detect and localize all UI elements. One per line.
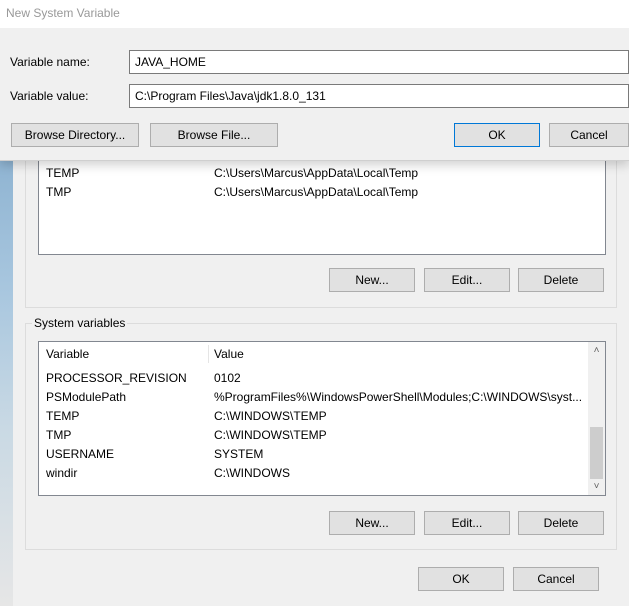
browse-directory-button[interactable]: Browse Directory...: [11, 123, 139, 147]
table-row[interactable]: TEMP: [46, 409, 79, 423]
table-row[interactable]: windir: [46, 466, 77, 480]
table-row[interactable]: PSModulePath: [46, 390, 126, 404]
user-var-name: TEMP: [46, 166, 80, 180]
system-var-value: C:\WINDOWS\TEMP: [214, 428, 327, 442]
system-var-name: TEMP: [46, 409, 80, 423]
variable-name-field[interactable]: JAVA_HOME: [129, 50, 629, 74]
table-row[interactable]: USERNAME: [46, 447, 114, 461]
variable-value-field[interactable]: C:\Program Files\Java\jdk1.8.0_131: [129, 84, 629, 108]
user-var-value: C:\Users\Marcus\AppData\Local\Temp: [214, 166, 419, 180]
system-var-value: C:\WINDOWS: [214, 466, 290, 480]
system-edit-button[interactable]: Edit...: [424, 511, 510, 535]
table-row-user-tmp[interactable]: TMP: [46, 185, 71, 199]
table-row[interactable]: PROCESSOR_REVISION: [46, 371, 187, 385]
footer-cancel-button[interactable]: Cancel: [513, 567, 599, 591]
system-var-value: 0102: [214, 371, 241, 385]
table-row-user-temp[interactable]: TEMP: [46, 166, 79, 180]
table-row[interactable]: TMP: [46, 428, 71, 442]
system-var-value: %ProgramFiles%\WindowsPowerShell\Modules…: [214, 390, 583, 404]
user-variables-list[interactable]: TEMP C:\Users\Marcus\AppData\Local\Temp …: [38, 150, 606, 255]
system-variables-list[interactable]: Variable Value PROCESSOR_REVISION 0102 P…: [38, 341, 606, 496]
browse-file-button[interactable]: Browse File...: [150, 123, 278, 147]
user-edit-button[interactable]: Edit...: [424, 268, 510, 292]
dialog-title: New System Variable: [6, 6, 120, 20]
dialog-cancel-button[interactable]: Cancel: [549, 123, 629, 147]
system-delete-button[interactable]: Delete: [518, 511, 604, 535]
user-delete-button[interactable]: Delete: [518, 268, 604, 292]
variable-name-label: Variable name:: [10, 55, 90, 69]
user-var-value: C:\Users\Marcus\AppData\Local\Temp: [214, 185, 419, 199]
column-header-variable[interactable]: Variable: [46, 342, 89, 366]
system-variables-group-label: System variables: [32, 316, 128, 330]
system-var-name: PSModulePath: [46, 390, 127, 404]
variable-value-label: Variable value:: [10, 89, 89, 103]
column-divider[interactable]: [208, 345, 209, 363]
scroll-thumb[interactable]: [590, 427, 603, 479]
vertical-scrollbar[interactable]: ˄ ˅: [588, 342, 605, 495]
scroll-up-icon[interactable]: ˄: [588, 342, 605, 359]
column-header-value[interactable]: Value: [214, 342, 244, 366]
footer-ok-button[interactable]: OK: [418, 567, 504, 591]
system-var-name: TMP: [46, 428, 72, 442]
system-var-value: C:\WINDOWS\TEMP: [214, 409, 327, 423]
scroll-down-icon[interactable]: ˅: [588, 478, 605, 495]
system-var-value: SYSTEM: [214, 447, 264, 461]
user-var-name: TMP: [46, 185, 72, 199]
system-var-name: PROCESSOR_REVISION: [46, 371, 187, 385]
system-var-name: windir: [46, 466, 78, 480]
user-new-button[interactable]: New...: [329, 268, 415, 292]
dialog-ok-button[interactable]: OK: [454, 123, 540, 147]
desktop-wallpaper-strip: [0, 160, 13, 606]
system-new-button[interactable]: New...: [329, 511, 415, 535]
system-var-name: USERNAME: [46, 447, 115, 461]
